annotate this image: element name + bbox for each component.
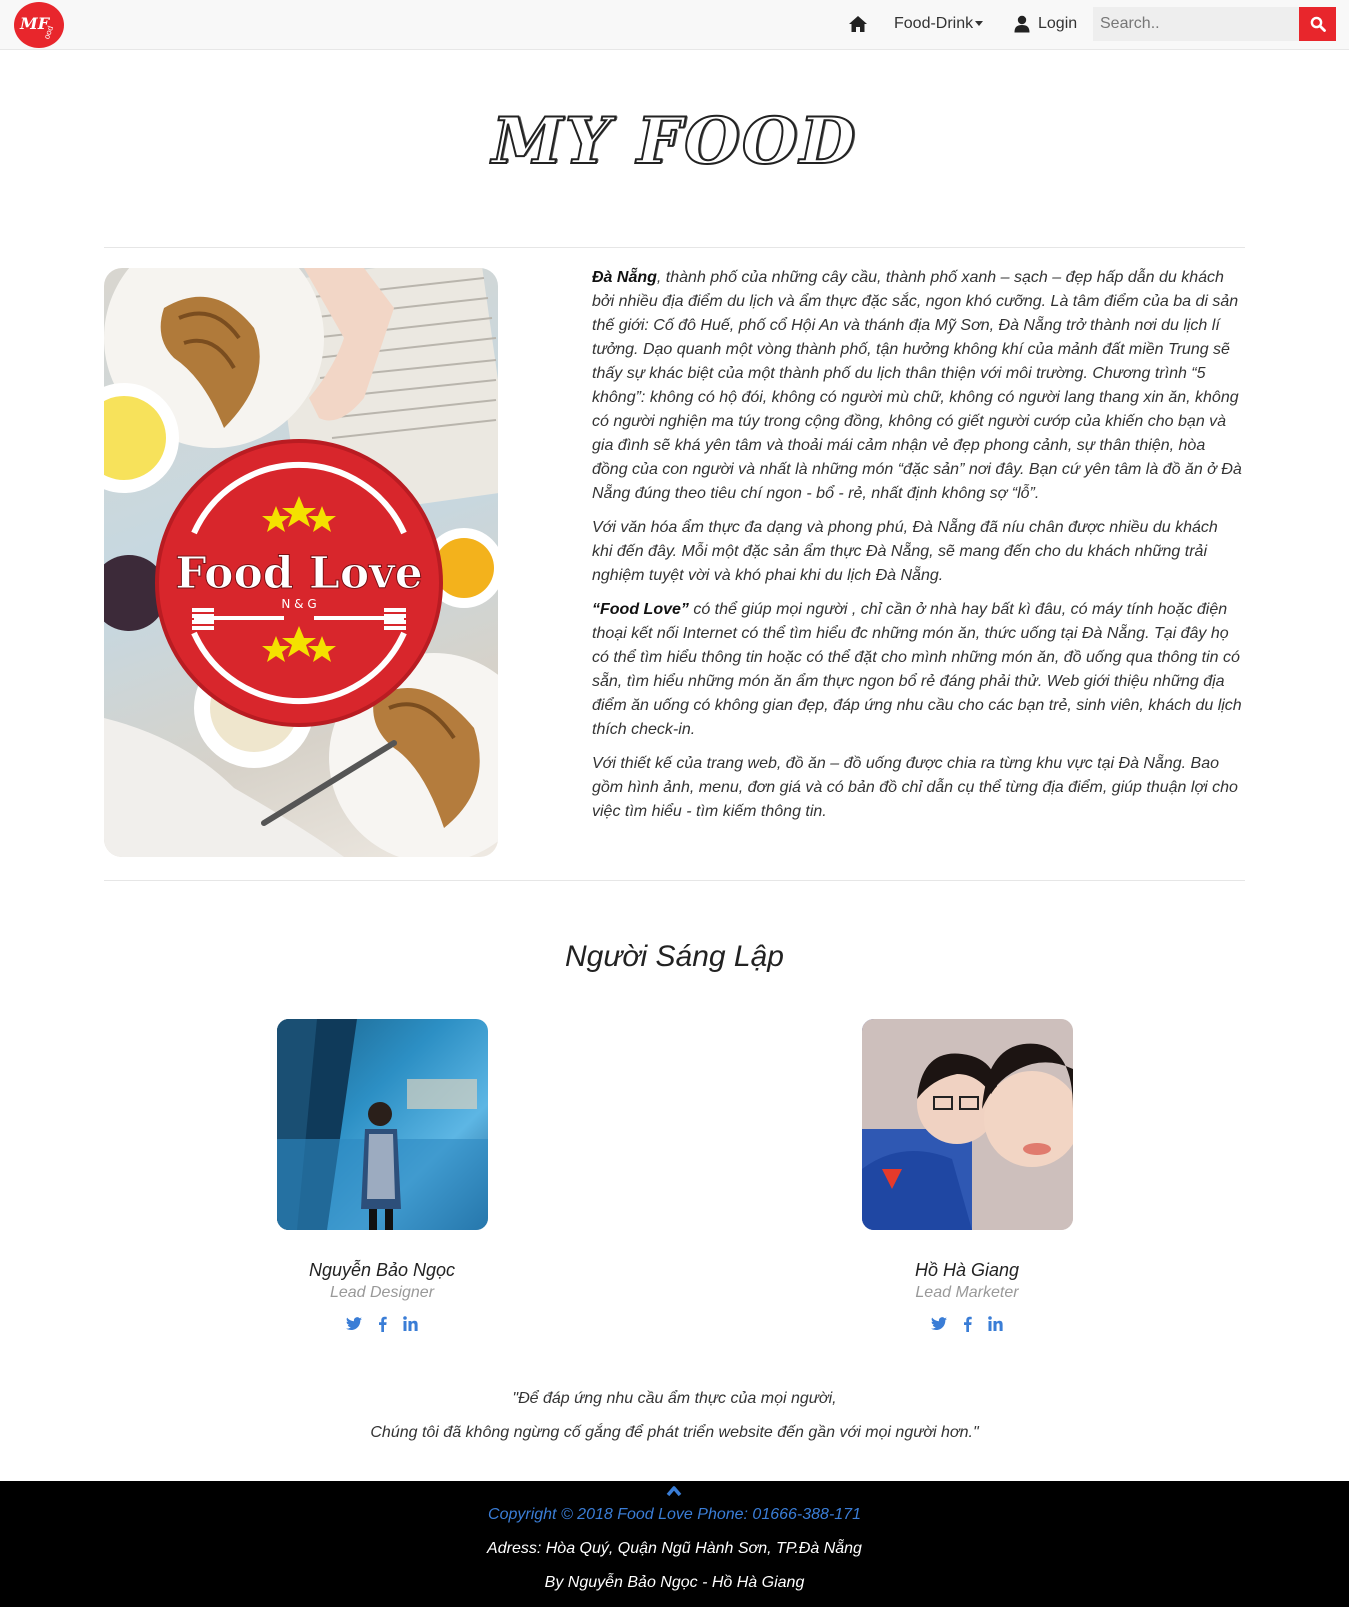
- home-icon[interactable]: [848, 15, 868, 33]
- search-input[interactable]: [1093, 7, 1299, 41]
- founder-photo-1-illustration: [277, 1019, 488, 1230]
- nav-food-drink-label: Food-Drink: [894, 15, 974, 32]
- divider-top: [104, 247, 1245, 248]
- intro-paragraph-1-lead: Đà Nẵng: [592, 269, 657, 286]
- founder-1-name: Nguyễn Bảo Ngọc: [308, 1260, 456, 1280]
- intro-paragraph-3: “Food Love” có thể giúp mọi người , chỉ …: [592, 598, 1242, 742]
- footer-address: Adress: Hòa Quý, Quận Ngũ Hành Sơn, TP.Đ…: [487, 1540, 862, 1557]
- founders-title: Người Sáng Lập: [565, 940, 784, 973]
- brand-logo[interactable]: MF ood: [14, 2, 64, 48]
- facebook-icon[interactable]: [963, 1316, 972, 1332]
- intro-paragraph-3-text: có thể giúp mọi người , chỉ cần ở nhà ha…: [592, 601, 1242, 738]
- nav-food-drink-dropdown[interactable]: Food-Drink: [894, 0, 984, 50]
- intro-paragraph-4-text: Với thiết kế của trang web, đồ ăn – đồ u…: [592, 755, 1238, 820]
- user-icon[interactable]: [1014, 15, 1030, 33]
- hero-logo-title: Food Love: [175, 548, 422, 599]
- nav-login-link[interactable]: Login: [1038, 0, 1077, 50]
- founder-2-socials: [817, 1315, 1117, 1337]
- intro-text: Đà Nẵng, thành phố của những cây cầu, th…: [592, 266, 1242, 834]
- founder-photo-2: [862, 1019, 1073, 1230]
- caret-down-icon: [975, 21, 984, 27]
- intro-paragraph-1-text: , thành phố của những cây cầu, thành phố…: [592, 269, 1242, 502]
- twitter-icon[interactable]: [930, 1316, 947, 1331]
- intro-paragraph-4: Với thiết kế của trang web, đồ ăn – đồ u…: [592, 752, 1242, 824]
- twitter-icon[interactable]: [345, 1316, 362, 1331]
- divider-bottom: [104, 880, 1245, 881]
- footer-authors: By Nguyễn Bảo Ngọc - Hồ Hà Giang: [544, 1574, 805, 1591]
- founder-2-name: Hồ Hà Giang: [914, 1260, 1020, 1280]
- linkedin-icon[interactable]: [988, 1316, 1004, 1332]
- navbar: MF ood Food-Drink Login: [0, 0, 1349, 50]
- page-title: MY FOOD: [491, 103, 858, 180]
- intro-paragraph-2: Với văn hóa ẩm thực đa dạng và phong phú…: [592, 516, 1242, 588]
- quote-line-2: Chúng tôi đã không ngừng cố gắng để phát…: [370, 1424, 979, 1441]
- hero-food-illustration: Food Love N & G: [104, 268, 498, 857]
- founder-photo-1: [277, 1019, 488, 1230]
- hero-logo-subtitle: N & G: [281, 597, 316, 611]
- intro-paragraph-3-lead: “Food Love”: [592, 601, 689, 618]
- footer-copyright[interactable]: Copyright © 2018 Food Love Phone: 01666-…: [0, 1506, 1349, 1524]
- chevron-up-icon[interactable]: [666, 1485, 682, 1497]
- footer: Copyright © 2018 Food Love Phone: 01666-…: [0, 1481, 1349, 1607]
- quote-line-1: "Để đáp ứng nhu cầu ẩm thực của mọi ngườ…: [512, 1390, 837, 1407]
- linkedin-icon[interactable]: [403, 1316, 419, 1332]
- founder-photo-2-illustration: [862, 1019, 1073, 1230]
- founder-2-role: Lead Marketer: [915, 1284, 1019, 1301]
- intro-paragraph-2-text: Với văn hóa ẩm thực đa dạng và phong phú…: [592, 519, 1218, 584]
- intro-paragraph-1: Đà Nẵng, thành phố của những cây cầu, th…: [592, 266, 1242, 506]
- facebook-icon[interactable]: [378, 1316, 387, 1332]
- search-icon: [1310, 16, 1326, 32]
- hero-image: Food Love N & G: [104, 268, 498, 857]
- founder-1-role: Lead Designer: [329, 1284, 435, 1301]
- search-button[interactable]: [1299, 7, 1336, 41]
- founder-1-socials: [232, 1315, 532, 1337]
